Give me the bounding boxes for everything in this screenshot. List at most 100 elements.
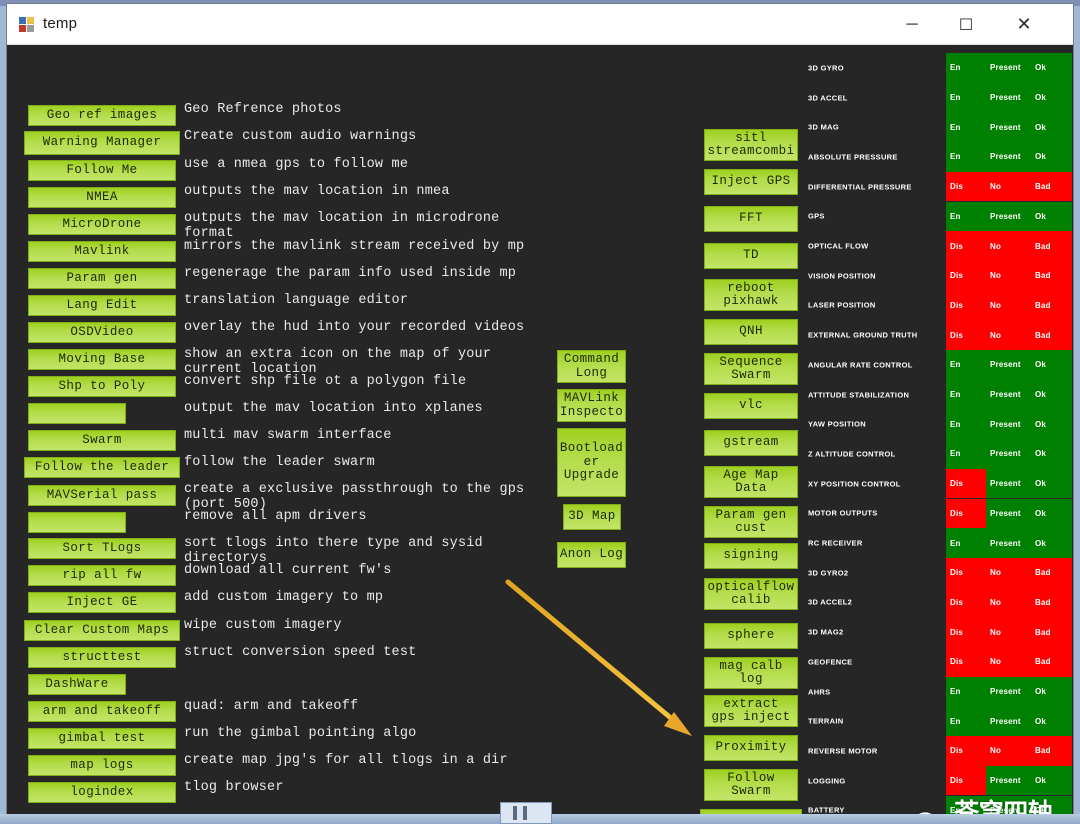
sensor-status-row: LOGGING Dis Present Ok: [800, 765, 1072, 796]
sensor-enabled-cell: En: [946, 409, 990, 440]
third_column-button-extract-gps-inject[interactable]: extract gps inject: [704, 695, 798, 727]
sensor-label: LASER POSITION: [808, 300, 876, 310]
third_column-button-sphere[interactable]: sphere: [704, 623, 798, 649]
sensor-enabled-cell: En: [946, 439, 990, 469]
sensor-health-cell: Ok: [1031, 795, 1072, 815]
third_column-button-follow-swarm[interactable]: Follow Swarm: [704, 769, 798, 801]
close-button[interactable]: ✕: [1001, 4, 1047, 45]
sensor-health-cell: Ok: [1031, 528, 1072, 558]
sensor-present-cell: Present: [986, 379, 1035, 410]
third_column-button-param-gen-cust[interactable]: Param gen cust: [704, 506, 798, 538]
sensor-health-cell: Bad: [1031, 231, 1072, 261]
left_column-button-geo-ref-images[interactable]: Geo ref images: [28, 105, 176, 126]
third_column-button-fft[interactable]: FFT: [704, 206, 798, 232]
third_column-button-vlc[interactable]: vlc: [704, 393, 798, 419]
third_column-button-mag-calb-log[interactable]: mag calb log: [704, 657, 798, 689]
left_column-button-moving-base[interactable]: Moving Base: [28, 349, 176, 370]
third_column-button-sitl-streamcombi[interactable]: sitl streamcombi: [704, 129, 798, 161]
left_column-button-swarm[interactable]: Swarm: [28, 430, 176, 451]
third_column-button-sequence-swarm[interactable]: Sequence Swarm: [704, 353, 798, 385]
left_column-button-osdvideo[interactable]: OSDVideo: [28, 322, 176, 343]
minimize-button[interactable]: ─: [889, 4, 935, 45]
left_column-button-warning-manager[interactable]: Warning Manager: [24, 131, 180, 155]
sensor-enabled-cell: Dis: [946, 171, 990, 202]
sensor-status-row: EXTERNAL GROUND TRUTH Dis No Bad: [800, 320, 1072, 350]
sensor-status-row: VISION POSITION Dis No Bad: [800, 260, 1072, 291]
left_column-button-blank[interactable]: [28, 403, 126, 424]
third_column-button-opticalflow-calib[interactable]: opticalflow calib: [704, 578, 798, 610]
middle_column-button-3d-map[interactable]: 3D Map: [563, 504, 621, 530]
maximize-button[interactable]: ☐: [943, 4, 989, 45]
left_column-button-nmea[interactable]: NMEA: [28, 187, 176, 208]
middle_column-button-command-long[interactable]: Command Long: [557, 350, 626, 383]
sensor-status-row: ATTITUDE STABILIZATION En Present Ok: [800, 379, 1072, 410]
client-area: Geo ref images Warning Manager Follow Me NM…: [8, 45, 1072, 815]
middle_column-button-bootload-er-upgrade[interactable]: Bootload er Upgrade: [557, 428, 626, 497]
left_column-button-follow-me[interactable]: Follow Me: [28, 160, 176, 181]
third_column-button-inject-gps[interactable]: Inject GPS: [704, 169, 798, 195]
sensor-health-cell: Bad: [1031, 171, 1072, 202]
left_column-button-rip-all-fw[interactable]: rip all fw: [28, 565, 176, 586]
sensor-present-cell: Present: [986, 439, 1035, 469]
sensor-status-row: YAW POSITION En Present Ok: [800, 409, 1072, 440]
left_column-button-microdrone[interactable]: MicroDrone: [28, 214, 176, 235]
left_column-button-dashware[interactable]: DashWare: [28, 674, 126, 695]
third_column-button-reboot-pixhawk[interactable]: reboot pixhawk: [704, 279, 798, 311]
middle_column-button-mavlink-inspecto[interactable]: MAVLink Inspecto: [557, 389, 626, 422]
left_column-button-structtest[interactable]: structtest: [28, 647, 176, 668]
sensor-present-cell: No: [986, 587, 1035, 618]
window-title: temp: [43, 15, 78, 32]
sensor-health-cell: Bad: [1031, 736, 1072, 766]
left_column-button-blank[interactable]: [28, 512, 126, 533]
sensor-label: VISION POSITION: [808, 271, 876, 281]
left_column-button-param-gen[interactable]: Param gen: [28, 268, 176, 289]
third_column-button-gstream[interactable]: gstream: [704, 430, 798, 456]
third_column-button-proximity[interactable]: Proximity: [704, 735, 798, 761]
third_column-button-age-map-data[interactable]: Age Map Data: [704, 466, 798, 498]
sensor-status-row: REVERSE MOTOR Dis No Bad: [800, 736, 1072, 766]
sensor-label: GPS: [808, 211, 825, 221]
sensor-health-cell: Ok: [1031, 498, 1072, 529]
left_column-button-mavserial-pass[interactable]: MAVSerial pass: [28, 485, 176, 506]
left_column-button-map-logs[interactable]: map logs: [28, 755, 176, 776]
left_column-button-lang-edit[interactable]: Lang Edit: [28, 295, 176, 316]
description-text: convert shp file ot a polygon file: [184, 374, 467, 389]
left_column-button-clear-custom-maps[interactable]: Clear Custom Maps: [24, 620, 180, 641]
sensor-present-cell: No: [986, 736, 1035, 766]
sensor-enabled-cell: Dis: [946, 617, 990, 647]
description-text: multi mav swarm interface: [184, 428, 392, 443]
description-text: wipe custom imagery: [184, 618, 342, 633]
left_column-button-arm-and-takeoff[interactable]: arm and takeoff: [28, 701, 176, 722]
sensor-label: DIFFERENTIAL PRESSURE: [808, 182, 912, 192]
taskbar-thumbnail[interactable]: [500, 802, 552, 824]
third_column-button-qnh[interactable]: QNH: [704, 319, 798, 345]
sensor-present-cell: Present: [986, 142, 1035, 172]
left_column-button-inject-ge[interactable]: Inject GE: [28, 592, 176, 613]
description-text: tlog browser: [184, 780, 284, 795]
sensor-health-cell: Ok: [1031, 82, 1072, 113]
third_column-button-td[interactable]: TD: [704, 243, 798, 269]
sensor-health-cell: Ok: [1031, 350, 1072, 380]
sensor-present-cell: Present: [986, 676, 1035, 707]
sensor-enabled-cell: Dis: [946, 647, 990, 677]
middle_column-button-anon-log[interactable]: Anon Log: [557, 542, 626, 568]
sensor-enabled-cell: En: [946, 379, 990, 410]
left_column-button-follow-the-leader[interactable]: Follow the leader: [24, 457, 180, 478]
left_column-button-sort-tlogs[interactable]: Sort TLogs: [28, 538, 176, 559]
sensor-enabled-cell: En: [946, 528, 990, 558]
description-text: struct conversion speed test: [184, 645, 417, 660]
sensor-present-cell: Present: [986, 409, 1035, 440]
left_column-button-shp-to-poly[interactable]: Shp to Poly: [28, 376, 176, 397]
third_column-button-signing[interactable]: signing: [704, 543, 798, 569]
sensor-label: 3D ACCEL2: [808, 597, 853, 607]
left_column-button-logindex[interactable]: logindex: [28, 782, 176, 803]
left_column-button-mavlink[interactable]: Mavlink: [28, 241, 176, 262]
sensor-health-cell: Bad: [1031, 290, 1072, 321]
sensor-status-row: 3D ACCEL En Present Ok: [800, 82, 1072, 113]
description-text: outputs the mav location in microdrone f…: [184, 211, 500, 241]
sensor-health-cell: Ok: [1031, 112, 1072, 143]
sensor-present-cell: No: [986, 260, 1035, 291]
left_column-button-gimbal-test[interactable]: gimbal test: [28, 728, 176, 749]
sensor-label: GEOFENCE: [808, 657, 853, 667]
sensor-status-row: 3D GYRO2 Dis No Bad: [800, 557, 1072, 588]
